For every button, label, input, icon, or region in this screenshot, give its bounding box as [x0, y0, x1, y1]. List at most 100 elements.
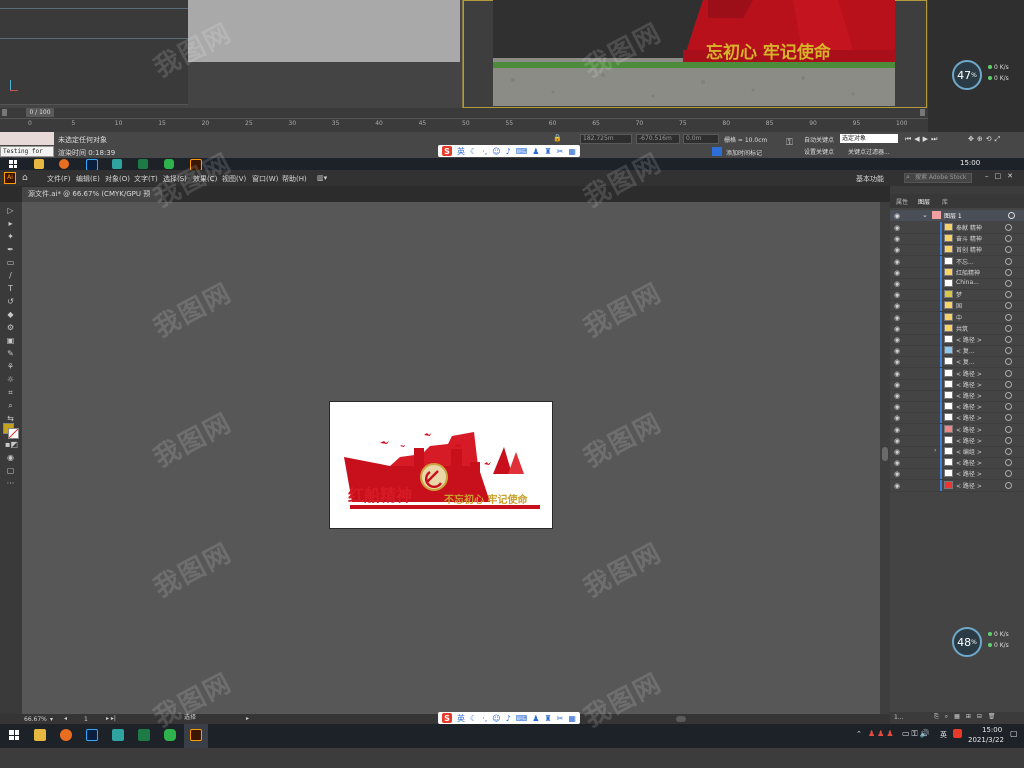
shirt-icon[interactable]: ♜ — [544, 147, 551, 156]
grid-icon[interactable]: ▦ — [568, 714, 576, 723]
layer-row[interactable]: ◉ < 路径 > — [890, 423, 1024, 436]
eye-icon[interactable]: ◉ — [894, 302, 900, 310]
layer-row[interactable]: ◉ 首创 精神 — [890, 244, 1024, 257]
tab-properties[interactable]: 属性 — [896, 197, 908, 206]
menu-type[interactable]: 文字(T) — [134, 174, 158, 184]
layer-row-label[interactable]: < 路径 > — [956, 413, 982, 422]
layer-row[interactable]: ◉ < 路径 > — [890, 479, 1024, 492]
color-mode-icons[interactable]: ▪◩ — [5, 440, 18, 449]
ime-indicator[interactable]: 英 — [940, 730, 947, 740]
zoom-dropdown-icon[interactable]: ▾ — [50, 716, 53, 723]
layer-row[interactable]: ◉ 红船精神 — [890, 266, 1024, 279]
slider-arrow-left[interactable] — [2, 109, 7, 116]
layer-row-label[interactable]: < 路径 > — [956, 425, 982, 434]
layer-row-label[interactable]: < 编组 > — [956, 447, 982, 456]
target-icon[interactable] — [1005, 380, 1012, 388]
keyboard-icon[interactable]: ⌨ — [516, 714, 528, 723]
eye-icon[interactable]: ◉ — [894, 414, 900, 422]
document-tab[interactable]: 源文件.ai* @ 66.67% (CMYK/GPU 预览)✕ — [22, 187, 162, 213]
browser-icon[interactable] — [59, 159, 69, 169]
arrange-docs-icon[interactable]: ▥▾ — [317, 174, 327, 182]
layer-row[interactable]: ◉ 梦 — [890, 289, 1024, 302]
artboard-nav-next[interactable]: ▸ ▸| — [106, 715, 116, 722]
eye-icon[interactable]: ◉ — [894, 336, 900, 344]
layer-row-label[interactable]: < 路径 > — [956, 436, 982, 445]
layer-row[interactable]: ◉ < 复... — [890, 356, 1024, 369]
menu-window[interactable]: 窗口(W) — [252, 174, 278, 184]
scissors-icon[interactable]: ✂ — [557, 147, 564, 156]
eye-icon[interactable]: ◉ — [894, 224, 900, 232]
menu-effect[interactable]: 效果(C) — [193, 174, 217, 184]
eye-icon[interactable]: ◉ — [894, 403, 900, 411]
layer-row-label[interactable]: < 路径 > — [956, 458, 982, 467]
pen-tool-icon[interactable]: ✒ — [5, 245, 16, 254]
target-icon[interactable] — [1005, 224, 1012, 231]
zoom-tool-icon[interactable]: ⌕ — [5, 401, 16, 410]
moon-icon[interactable]: ☾ — [470, 714, 477, 723]
layer-row-label[interactable]: 国 — [956, 301, 962, 310]
browser-icon[interactable] — [60, 729, 72, 741]
layer-row-label[interactable]: < 路径 > — [956, 469, 982, 478]
lock-icon[interactable]: 🔒 — [553, 134, 562, 142]
status-menu-icon[interactable]: ▸ — [246, 715, 249, 722]
draw-mode-icon[interactable]: ◉ — [5, 453, 16, 462]
selection-set-dropdown[interactable]: 选定对象 — [840, 134, 898, 143]
layer-row-label[interactable]: < 路径 > — [956, 481, 982, 490]
menu-object[interactable]: 对象(O) — [105, 174, 130, 184]
layer-row-label[interactable]: 共筑 — [956, 324, 968, 333]
tray-system-icons[interactable]: ▭⚿🔊 — [902, 729, 932, 739]
menu-file[interactable]: 文件(F) — [47, 174, 71, 184]
shirt-icon[interactable]: ♜ — [544, 714, 551, 723]
gradient-tool-icon[interactable]: ▣ — [5, 336, 16, 345]
target-icon[interactable] — [1005, 291, 1012, 299]
chevron-down-icon[interactable]: ⌄ — [922, 211, 928, 219]
eye-icon[interactable]: ◉ — [894, 437, 900, 445]
menu-help[interactable]: 帮助(H) — [282, 174, 307, 184]
illustrator-taskbar-active[interactable] — [184, 724, 208, 748]
target-icon[interactable] — [1005, 336, 1012, 343]
excel-icon[interactable] — [138, 159, 148, 169]
playback-controls[interactable]: ⏮◀▶⏭ — [905, 135, 940, 144]
explorer-icon[interactable] — [34, 159, 44, 169]
target-icon[interactable] — [1005, 448, 1012, 455]
layer-row[interactable]: ◉ 奉献 精神 — [890, 222, 1024, 234]
layer-row-label[interactable]: 首创 精神 — [956, 245, 982, 254]
mic-icon[interactable]: ♪ — [506, 714, 511, 723]
phone-app-icon[interactable] — [164, 729, 176, 741]
windows-start-icon[interactable] — [9, 160, 17, 168]
grid-icon[interactable]: ▦ — [568, 147, 576, 156]
ime-lang[interactable]: 英 — [457, 146, 465, 157]
target-icon[interactable] — [1005, 280, 1012, 287]
eye-icon[interactable]: ◉ — [894, 370, 900, 378]
layer-row-label[interactable]: 中 — [956, 313, 962, 322]
set-key-button[interactable]: 设置关键点 — [804, 147, 834, 156]
time-slider[interactable]: 0 / 100 — [0, 108, 928, 118]
3dsmax-icon[interactable] — [112, 159, 122, 169]
slider-arrow-right[interactable] — [920, 109, 925, 116]
punct-icon[interactable]: ·, — [482, 147, 487, 156]
layer-row[interactable]: ◉ 国 — [890, 300, 1024, 313]
stroke-color-swatch[interactable] — [8, 428, 19, 439]
tab-libraries[interactable]: 库 — [942, 197, 948, 206]
more-tools-icon[interactable]: ··· — [5, 479, 16, 488]
layer-row-label[interactable]: < 复... — [956, 357, 975, 366]
target-icon[interactable] — [1005, 324, 1012, 332]
layer-row[interactable]: ◉ < 路径 > — [890, 434, 1024, 447]
target-icon[interactable] — [1005, 235, 1012, 243]
window-controls[interactable]: –□✕ — [985, 172, 1019, 180]
auto-key-button[interactable]: 自动关键点 — [804, 135, 834, 144]
target-icon[interactable] — [1005, 481, 1012, 489]
eye-icon[interactable]: ◉ — [894, 246, 900, 254]
layer-row[interactable]: ◉ 奋斗 精神 — [890, 233, 1024, 246]
add-time-tag[interactable]: 添加时间标记 — [726, 148, 762, 157]
layer-row-label[interactable]: 不忘... — [956, 257, 974, 266]
rotate-tool-icon[interactable]: ↺ — [5, 297, 16, 306]
eye-icon[interactable]: ◉ — [894, 325, 900, 333]
ime-lang[interactable]: 英 — [457, 713, 465, 724]
target-icon[interactable] — [1005, 425, 1012, 433]
timeline-track[interactable]: 0 5 10 15 20 25 30 35 40 45 50 55 60 65 70 75 80 85 90 95 10… — [0, 118, 928, 133]
left-viewport[interactable] — [0, 0, 188, 105]
target-icon[interactable] — [1005, 268, 1012, 276]
blend-tool-icon[interactable]: ⚘ — [5, 362, 16, 371]
eye-icon[interactable]: ◉ — [894, 358, 900, 366]
